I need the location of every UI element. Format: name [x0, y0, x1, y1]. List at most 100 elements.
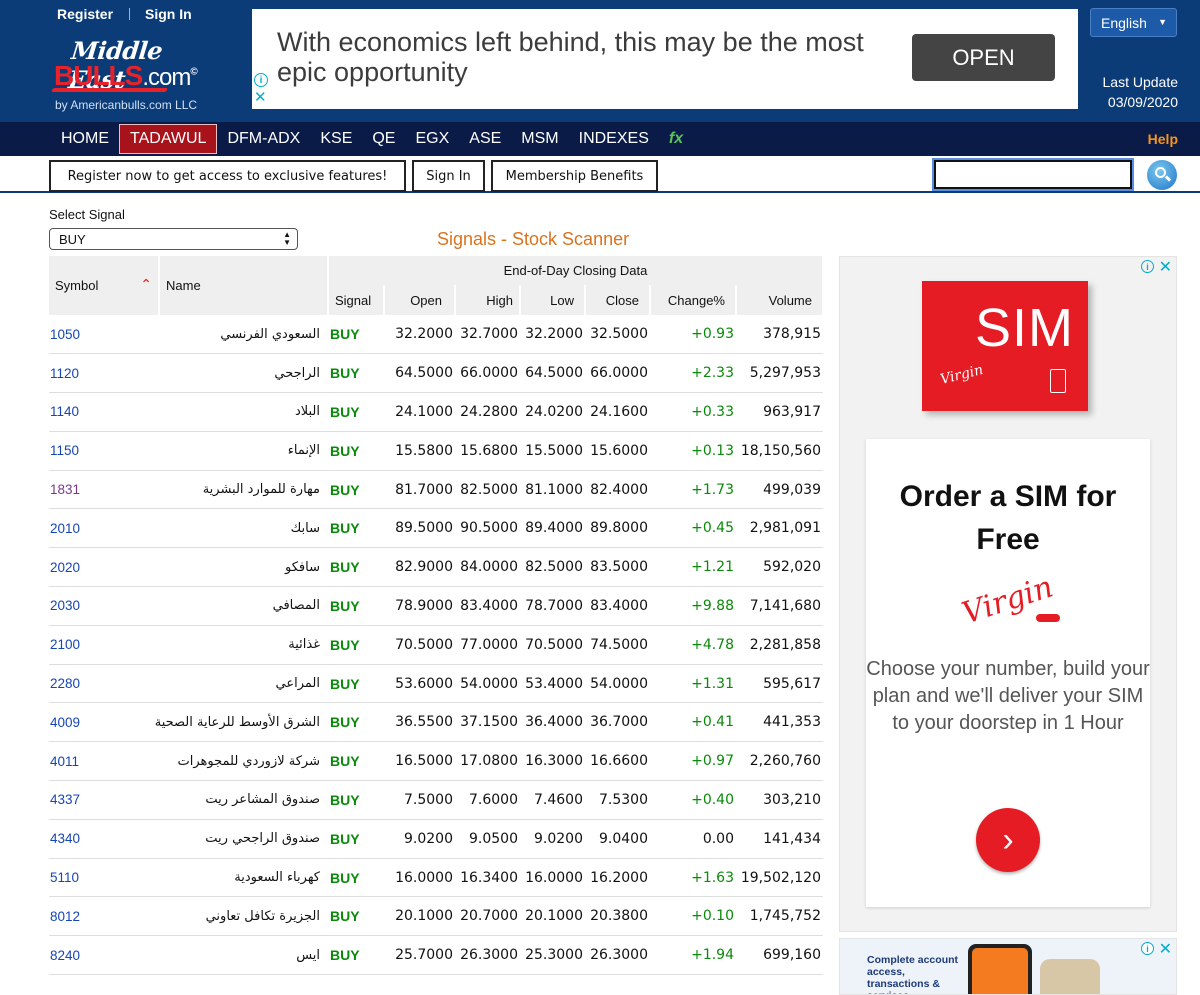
row-change: +1.31: [650, 664, 736, 704]
table-row[interactable]: 8240 ايس BUY 25.7000 26.3000 25.3000 26.3000 +1…: [49, 935, 823, 976]
nav-kse[interactable]: KSE: [310, 124, 362, 154]
ad-open-button[interactable]: OPEN: [912, 34, 1055, 81]
side-ad-2[interactable]: Complete account access, transactions & …: [839, 938, 1177, 995]
side-ad-card[interactable]: Order a SIM for Free Virgin Choose your …: [866, 439, 1150, 907]
nav-qe[interactable]: QE: [362, 124, 405, 154]
row-symbol-link[interactable]: 1120: [49, 353, 159, 394]
nav-tadawul[interactable]: TADAWUL: [119, 124, 218, 154]
col-header-open[interactable]: Open: [384, 285, 456, 315]
side-ad[interactable]: i ✕ SIM Virgin Order a SIM for Free Virg…: [839, 256, 1177, 932]
row-symbol-link[interactable]: 2010: [49, 508, 159, 549]
row-open: 9.0200: [384, 819, 455, 859]
row-name: الإنماء: [159, 431, 328, 471]
row-symbol-link[interactable]: 8012: [49, 896, 159, 937]
row-high: 82.5000: [455, 470, 520, 510]
row-name: مهارة للموارد البشرية: [159, 470, 328, 510]
register-access-button[interactable]: Register now to get access to exclusive …: [49, 160, 406, 192]
row-signal: BUY: [328, 392, 384, 432]
sign-in-button[interactable]: Sign In: [412, 160, 485, 192]
row-signal: BUY: [328, 353, 384, 394]
table-row[interactable]: 4011 شركة لازوردي للمجوهرات BUY 16.5000 17.0…: [49, 741, 823, 782]
row-symbol-link[interactable]: 1140: [49, 392, 159, 432]
row-symbol-link[interactable]: 1831: [49, 470, 159, 510]
nav-egx[interactable]: EGX: [405, 124, 459, 154]
select-arrows-icon: ▲ ▼: [283, 230, 291, 247]
sort-ascending-icon[interactable]: ⌃: [140, 276, 152, 293]
row-symbol-link[interactable]: 2100: [49, 625, 159, 665]
nav-indexes[interactable]: INDEXES: [569, 124, 659, 154]
row-high: 32.7000: [455, 315, 520, 355]
row-symbol-link[interactable]: 1150: [49, 431, 159, 471]
col-header-change[interactable]: Change%: [650, 285, 737, 315]
sim-card-label: SIM: [974, 298, 1074, 358]
row-name: كهرباء السعودية: [159, 858, 328, 898]
col-header-low[interactable]: Low: [520, 285, 586, 315]
table-row[interactable]: 4340 صندوق الراجحي ريت BUY 9.0200 9.0500 9.02…: [49, 819, 823, 859]
row-low: 16.3000: [520, 741, 585, 782]
nav-msm[interactable]: MSM: [511, 124, 568, 154]
row-symbol-link[interactable]: 2020: [49, 547, 159, 588]
ad-banner-text[interactable]: With economics left behind, this may be …: [277, 27, 877, 87]
register-link[interactable]: Register: [57, 6, 113, 22]
row-signal: BUY: [328, 508, 384, 549]
nav-dfm-adx[interactable]: DFM-ADX: [217, 124, 310, 154]
nav-ase[interactable]: ASE: [459, 124, 511, 154]
signal-select[interactable]: BUY ▲ ▼: [49, 228, 298, 250]
table-row[interactable]: 4337 صندوق المشاعر ريت BUY 7.5000 7.6000 7.46…: [49, 780, 823, 820]
table-row[interactable]: 4009 الشرق الأوسط للرعاية الصحية BUY 36.550…: [49, 702, 823, 743]
row-symbol-link[interactable]: 4340: [49, 819, 159, 859]
table-row[interactable]: 2020 سافكو BUY 82.9000 84.0000 82.5000 83.5000…: [49, 547, 823, 588]
help-link[interactable]: Help: [1148, 131, 1178, 147]
table-row[interactable]: 5110 كهرباء السعودية BUY 16.0000 16.3400 16.0…: [49, 858, 823, 898]
search-input[interactable]: [934, 160, 1132, 189]
row-symbol-link[interactable]: 1050: [49, 315, 159, 355]
side-ad-go-button[interactable]: ›: [976, 808, 1040, 872]
table-row[interactable]: 8012 الجزيرة تكافل تعاوني BUY 20.1000 20.700…: [49, 896, 823, 937]
table-row[interactable]: 1831 مهارة للموارد البشرية BUY 81.7000 82.50…: [49, 470, 823, 510]
col-header-signal[interactable]: Signal: [328, 285, 385, 315]
table-row[interactable]: 1120 الراجحي BUY 64.5000 66.0000 64.5000 66.00…: [49, 353, 823, 394]
membership-benefits-button[interactable]: Membership Benefits: [491, 160, 658, 192]
search-button[interactable]: [1147, 160, 1177, 190]
nav-home[interactable]: HOME: [51, 124, 119, 154]
col-header-symbol[interactable]: Symbol ⌃: [49, 256, 160, 315]
col-header-high[interactable]: High: [455, 285, 521, 315]
row-symbol-link[interactable]: 4011: [49, 741, 159, 782]
row-low: 9.0200: [520, 819, 585, 859]
site-logo[interactable]: Middle East BULLS.com© by Americanbulls.…: [50, 36, 224, 116]
sign-in-link[interactable]: Sign In: [145, 6, 192, 22]
col-header-volume[interactable]: Volume: [736, 285, 824, 315]
table-row[interactable]: 1050 السعودي الفرنسي BUY 32.2000 32.7000 32.2…: [49, 315, 823, 355]
row-symbol-link[interactable]: 5110: [49, 858, 159, 898]
table-row[interactable]: 2010 سابك BUY 89.5000 90.5000 89.4000 89.8000 +…: [49, 508, 823, 549]
ad-info-icon[interactable]: i: [254, 73, 268, 87]
row-change: +0.10: [650, 896, 736, 937]
sim-chip-icon: [1050, 369, 1066, 393]
last-update: Last Update 03/09/2020: [1103, 72, 1179, 112]
table-row[interactable]: 2030 المصافي BUY 78.9000 83.4000 78.7000 83.40…: [49, 586, 823, 626]
row-symbol-link[interactable]: 4009: [49, 702, 159, 743]
row-symbol-link[interactable]: 2030: [49, 586, 159, 626]
table-row[interactable]: 2280 المراعي BUY 53.6000 54.0000 53.4000 54.00…: [49, 664, 823, 704]
side-ad-close-icon[interactable]: ✕: [1159, 257, 1172, 277]
row-open: 78.9000: [384, 586, 455, 626]
phone-screen: [972, 948, 1028, 994]
top-ad-banner[interactable]: With economics left behind, this may be …: [252, 9, 1078, 109]
row-volume: 7,141,680: [736, 586, 823, 626]
table-row[interactable]: 1150 الإنماء BUY 15.5800 15.6800 15.5000 15.60…: [49, 431, 823, 471]
side-ad-2-info-icon[interactable]: i: [1141, 942, 1154, 955]
row-symbol-link[interactable]: 2280: [49, 664, 159, 704]
row-symbol-link[interactable]: 8240: [49, 935, 159, 976]
col-header-close[interactable]: Close: [585, 285, 651, 315]
ad-close-icon[interactable]: ✕: [254, 90, 267, 105]
row-close: 24.1600: [585, 392, 650, 432]
nav-fx[interactable]: fx: [659, 124, 693, 154]
row-name: الراجحي: [159, 353, 328, 394]
row-symbol-link[interactable]: 4337: [49, 780, 159, 820]
col-header-name[interactable]: Name: [159, 256, 329, 315]
table-row[interactable]: 2100 غذائية BUY 70.5000 77.0000 70.5000 74.500…: [49, 625, 823, 665]
table-row[interactable]: 1140 البلاد BUY 24.1000 24.2800 24.0200 24.160…: [49, 392, 823, 432]
side-ad-2-close-icon[interactable]: ✕: [1159, 939, 1172, 959]
side-ad-info-icon[interactable]: i: [1141, 260, 1154, 273]
language-select[interactable]: English ▼: [1090, 8, 1177, 37]
